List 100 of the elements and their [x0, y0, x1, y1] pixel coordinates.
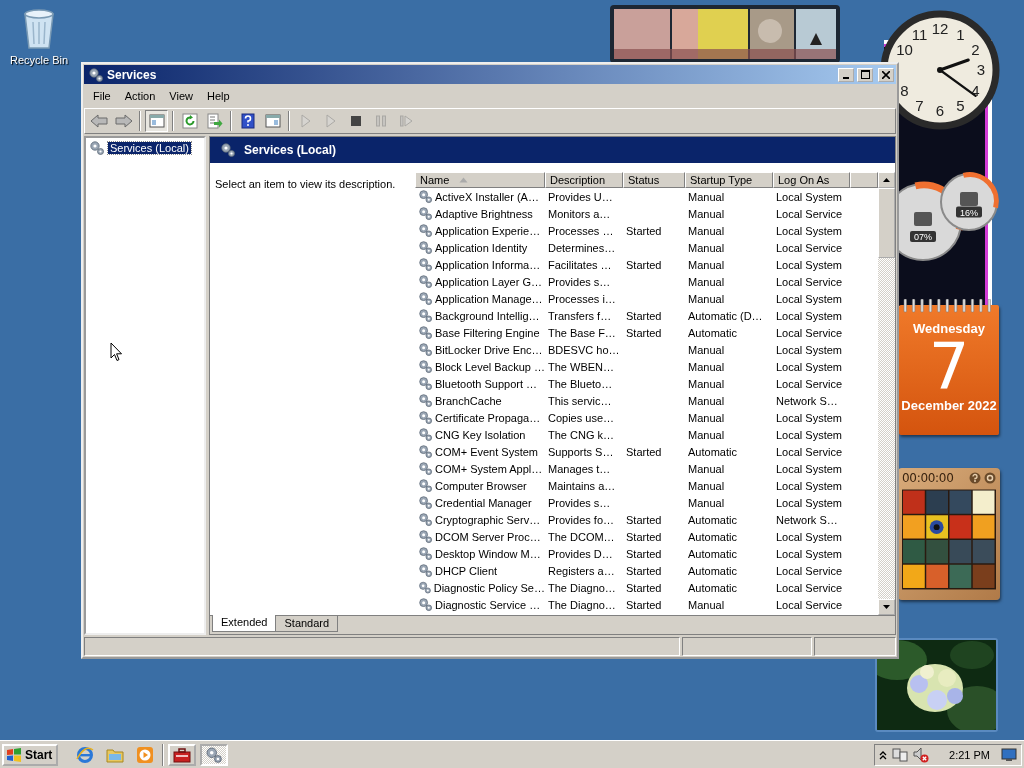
table-cell-text: Manual [687, 496, 726, 509]
table-cell-text: The Blueto… [547, 377, 614, 390]
tree-item[interactable]: Services (Local) [108, 142, 191, 154]
table-cell[interactable]: BitLocker Drive Enc… [435, 343, 543, 356]
table-cell[interactable]: Application Experie… [435, 224, 541, 237]
table-cell-text: Automatic [687, 547, 738, 560]
view-tab[interactable]: Standard [275, 616, 339, 632]
table-cell[interactable]: Diagnostic Policy Se… [433, 581, 545, 594]
table-cell-text: Local System [775, 343, 844, 356]
taskbar-clock[interactable]: 2:21 PM [934, 748, 996, 761]
table-cell[interactable]: COM+ System Appl… [435, 462, 543, 475]
table-cell-text: The Diagno… [547, 598, 617, 611]
table-cell[interactable]: Application Informa… [435, 258, 541, 271]
table-cell-text: The WBEN… [547, 360, 615, 373]
table-cell[interactable]: Desktop Window M… [435, 547, 541, 560]
table-cell-text: Manual [687, 411, 726, 424]
table-cell[interactable]: Cryptographic Serv… [435, 513, 541, 526]
menu-item[interactable]: Help [199, 88, 237, 104]
table-cell-text: Started [625, 326, 663, 339]
view-tab[interactable]: Extended [212, 615, 277, 632]
table-cell[interactable]: Adaptive Brightness [435, 207, 533, 220]
table-cell-text: Local System [775, 309, 844, 322]
table-cell-text: Local Service [775, 207, 844, 220]
table-cell-text: BDESVC ho… [547, 343, 621, 356]
table-cell-text: Manual [687, 292, 726, 305]
table-cell[interactable]: DHCP Client [435, 564, 498, 577]
table-cell-text: Processes i… [547, 292, 617, 305]
table-cell-text: Automatic [687, 564, 738, 577]
column-header[interactable]: Description [545, 172, 623, 188]
column-header[interactable]: Startup Type [685, 172, 773, 188]
table-cell-text: Local Service [775, 326, 844, 339]
icon-label: Recycle Bin [9, 54, 69, 66]
table-cell-text: Manual [687, 343, 726, 356]
table-cell-text: The DCOM… [547, 530, 616, 543]
table-cell-text: Automatic [687, 513, 738, 526]
table-cell-text: Started [625, 564, 663, 577]
table-cell-text: Manual [687, 224, 726, 237]
table-cell[interactable]: Computer Browser [435, 479, 527, 492]
table-cell-text: Provides D… [547, 547, 614, 560]
table-cell[interactable]: Diagnostic Service … [435, 598, 541, 611]
table-cell-text: Transfers f… [547, 309, 613, 322]
pane-title: Services (Local) [244, 143, 337, 157]
table-cell-text: Local System [775, 258, 844, 271]
start-button[interactable]: Start [2, 743, 59, 766]
table-cell-text: Manual [687, 360, 726, 373]
menu-item[interactable]: Action [117, 88, 163, 104]
description-hint: Select an item to view its description. [215, 178, 396, 190]
table-cell[interactable]: Certificate Propaga… [435, 411, 541, 424]
table-cell-text: Maintains a… [547, 479, 617, 492]
table-cell-text: Started [625, 530, 663, 543]
menu-item[interactable]: View [162, 88, 200, 104]
table-cell[interactable]: COM+ Event System [435, 445, 538, 458]
calendar-day: 7 [928, 336, 970, 398]
table-cell[interactable]: Application Manage… [435, 292, 543, 305]
table-cell-text: Monitors a… [547, 207, 612, 220]
table-cell-text: Started [625, 547, 663, 560]
table-cell-text: Manual [687, 462, 726, 475]
table-cell-text: Manual [687, 479, 726, 492]
table-cell-text: Started [625, 581, 663, 594]
table-cell-text: Started [625, 598, 663, 611]
table-cell[interactable]: Credential Manager [435, 496, 532, 509]
table-cell-text: Started [625, 513, 663, 526]
table-cell-text: Provides s… [547, 496, 612, 509]
table-cell[interactable]: Background Intellig… [435, 309, 540, 322]
table-cell-text: Local Service [775, 275, 844, 288]
table-cell-text: Manual [687, 598, 726, 611]
table-cell-text: Local System [775, 360, 844, 373]
column-header[interactable]: Log On As [773, 172, 850, 188]
table-cell[interactable]: Application Layer G… [435, 275, 542, 288]
table-cell-text: Local Service [775, 445, 844, 458]
clock-numeral: 6 [935, 102, 945, 119]
clock-numeral: 8 [900, 81, 909, 99]
table-cell-text: Manual [687, 258, 726, 271]
table-cell[interactable]: Application Identity [435, 241, 528, 254]
table-cell-text: Automatic [687, 445, 738, 458]
table-cell-text: Local Service [775, 598, 844, 611]
table-cell-text: Manual [687, 241, 726, 254]
table-cell[interactable]: DCOM Server Proc… [435, 530, 541, 543]
table-cell[interactable]: ActiveX Installer (A… [435, 190, 539, 203]
table-cell[interactable]: CNG Key Isolation [435, 428, 526, 441]
table-cell-text: Provides s… [547, 275, 612, 288]
table-cell-text: Manual [687, 428, 726, 441]
column-header[interactable]: Status [623, 172, 685, 188]
meter-reading: 16% [960, 207, 978, 218]
table-cell[interactable]: BranchCache [435, 394, 502, 407]
table-cell-text: Local System [775, 496, 844, 509]
calendar-weekday: Wednesday [913, 321, 985, 336]
table-cell[interactable]: Base Filtering Engine [435, 326, 540, 339]
table-cell[interactable]: Bluetooth Support … [435, 377, 538, 390]
table-cell-text: Started [625, 445, 663, 458]
table-cell-text: Started [625, 224, 663, 237]
clock-numeral: 2 [971, 40, 980, 58]
table-cell-text: Registers a… [547, 564, 616, 577]
table-cell-text: This servic… [547, 394, 613, 407]
column-header[interactable]: Name [415, 172, 545, 188]
menu-item[interactable]: File [86, 88, 118, 104]
table-cell-text: Network S… [775, 394, 839, 407]
table-cell[interactable]: Block Level Backup … [434, 360, 545, 373]
table-cell-text: Supports S… [547, 445, 615, 458]
table-cell-text: Provides fo… [547, 513, 616, 526]
